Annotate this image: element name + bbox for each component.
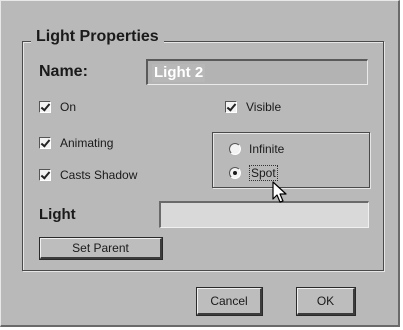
casts-shadow-checkbox-label: Casts Shadow — [60, 168, 138, 182]
name-input-value: Light 2 — [152, 64, 206, 82]
set-parent-button[interactable]: Set Parent — [39, 237, 163, 260]
on-checkbox[interactable]: On — [39, 100, 76, 114]
on-checkbox-box[interactable] — [39, 101, 51, 113]
cancel-button-label: Cancel — [210, 294, 248, 308]
light-properties-dialog: Light Properties Name: Light 2 On Animat… — [0, 0, 400, 327]
light-color-swatch[interactable] — [159, 201, 369, 228]
animating-checkbox[interactable]: Animating — [39, 136, 113, 150]
infinite-radio-dot[interactable] — [229, 143, 241, 155]
infinite-radio[interactable]: Infinite — [229, 142, 284, 156]
light-color-label: Light — [39, 206, 76, 223]
spot-radio-label: Spot — [249, 165, 278, 181]
spot-radio-dot[interactable] — [229, 167, 241, 179]
group-title: Light Properties — [31, 27, 164, 47]
name-input[interactable]: Light 2 — [146, 59, 368, 85]
arrow-cursor-icon — [272, 181, 287, 203]
name-label: Name: — [39, 63, 88, 80]
visible-checkbox[interactable]: Visible — [225, 100, 281, 114]
cancel-button[interactable]: Cancel — [196, 287, 263, 316]
casts-shadow-checkbox[interactable]: Casts Shadow — [39, 168, 137, 182]
animating-checkbox-box[interactable] — [39, 137, 51, 149]
spot-radio[interactable]: Spot — [229, 165, 278, 181]
animating-checkbox-label: Animating — [60, 136, 114, 150]
casts-shadow-checkbox-box[interactable] — [39, 169, 51, 181]
ok-button[interactable]: OK — [296, 287, 356, 316]
infinite-radio-label: Infinite — [249, 142, 285, 156]
on-checkbox-label: On — [60, 100, 77, 114]
ok-button-label: OK — [316, 294, 335, 308]
visible-checkbox-box[interactable] — [225, 101, 237, 113]
visible-checkbox-label: Visible — [246, 100, 282, 114]
set-parent-button-label: Set Parent — [72, 241, 129, 255]
